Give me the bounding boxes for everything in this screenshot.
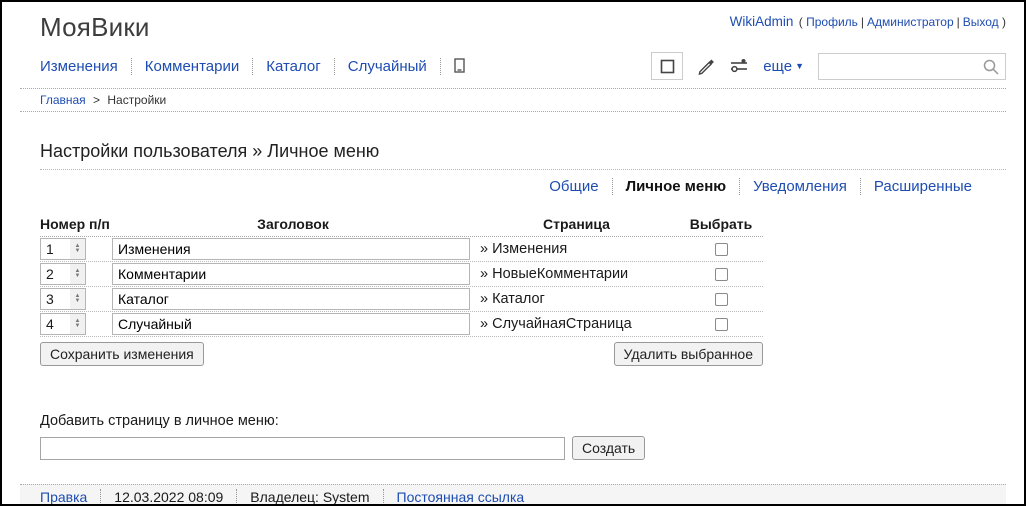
row-number-input[interactable]: 1 ▲ ▼ [40, 238, 86, 260]
more-menu-button[interactable]: еще ▼ [763, 58, 804, 75]
row-title-input[interactable] [112, 288, 470, 310]
spinner-icon[interactable]: ▲ ▼ [70, 239, 85, 259]
tab-general[interactable]: Общие [536, 178, 613, 195]
site-title: МояВики [40, 12, 150, 42]
delete-selected-button[interactable]: Удалить выбранное [613, 342, 763, 366]
admin-link[interactable]: Администратор [867, 15, 954, 29]
page-footer: Правка 12.03.2022 08:09 Владелец: System… [20, 484, 1006, 504]
header: МояВики WikiAdmin ( Профиль | Администрато… [20, 2, 1006, 43]
toolbar: еще ▼ [651, 52, 1006, 80]
bookmark-icon[interactable] [441, 58, 478, 74]
spinner-icon[interactable]: ▲ ▼ [70, 264, 85, 284]
square-icon [660, 59, 675, 74]
col-header-title: Заголовок [257, 216, 329, 232]
row-page-link: » СлучайнаяСтраница [480, 316, 632, 332]
tab-personal-menu[interactable]: Личное меню [613, 178, 741, 195]
owner-label: Владелец: System [237, 489, 384, 504]
profile-link[interactable]: Профиль [806, 15, 858, 29]
table-row: 1▲▼ » Изменения [40, 237, 763, 262]
user-link[interactable]: WikiAdmin [730, 14, 794, 29]
row-page-link: » Изменения [480, 241, 568, 257]
nav-toolbar-row: Изменения Комментарии Каталог Случайный [20, 52, 1006, 80]
search-area [818, 52, 1006, 80]
table-row: 2▲▼ » НовыеКомментарии [40, 262, 763, 287]
row-number-input[interactable]: 3 ▲ ▼ [40, 288, 86, 310]
nav-item-changes[interactable]: Изменения [40, 57, 132, 75]
table-header-row: Номер п/п Заголовок Страница Выбрать [40, 216, 763, 237]
search-input[interactable] [818, 52, 1006, 80]
tab-notifications[interactable]: Уведомления [740, 178, 861, 195]
row-title-input[interactable] [112, 238, 470, 260]
row-page-link: » НовыеКомментарии [480, 266, 629, 282]
save-changes-button[interactable]: Сохранить изменения [40, 342, 204, 366]
paren-open: ( [798, 15, 803, 29]
table-row: 3▲▼ » Каталог [40, 287, 763, 312]
main-nav: Изменения Комментарии Каталог Случайный [40, 57, 478, 75]
nav-item-random[interactable]: Случайный [335, 57, 441, 75]
account-links: WikiAdmin ( Профиль | Администратор | Выход … [729, 14, 1006, 29]
add-page-label: Добавить страницу в личное меню: [40, 413, 279, 429]
nav-item-catalog[interactable]: Каталог [253, 57, 335, 75]
edit-pencil-icon[interactable] [697, 58, 715, 75]
paren-close: ) [1002, 15, 1006, 29]
col-header-number: Номер п/п [40, 216, 110, 232]
permalink-link[interactable]: Постоянная ссылка [384, 489, 538, 504]
breadcrumb-home-link[interactable]: Главная [40, 93, 86, 107]
logout-link[interactable]: Выход [963, 15, 999, 29]
main-content: Настройки пользователя » Личное меню Общ… [20, 141, 1006, 460]
spinner-icon[interactable]: ▲ ▼ [70, 314, 85, 334]
tab-advanced[interactable]: Расширенные [861, 178, 972, 195]
row-select-checkbox[interactable] [714, 267, 728, 281]
add-page-input[interactable] [40, 436, 565, 460]
row-page-link: » Каталог [480, 291, 545, 307]
nav-item-comments[interactable]: Комментарии [132, 57, 254, 75]
add-page-section: Добавить страницу в личное меню: Создать [40, 413, 1006, 460]
tune-icon[interactable] [729, 58, 749, 74]
chevron-down-icon: ▼ [795, 61, 804, 71]
create-button[interactable]: Создать [572, 436, 646, 460]
row-title-input[interactable] [112, 313, 470, 335]
table-buttons-row: Сохранить изменения Удалить выбранное [40, 342, 763, 366]
row-number-input[interactable]: 4 ▲ ▼ [40, 313, 86, 335]
row-select-checkbox[interactable] [714, 292, 728, 306]
personal-menu-table: Номер п/п Заголовок Страница Выбрать 1 ▲ ▼… [40, 216, 763, 366]
breadcrumb: Главная > Настройки [20, 88, 1006, 112]
spinner-icon[interactable]: ▲ ▼ [70, 289, 85, 309]
edit-link[interactable]: Правка [40, 489, 102, 504]
settings-tabs: Общие Личное меню Уведомления Расширенны… [40, 178, 972, 195]
search-icon[interactable] [983, 59, 999, 75]
row-title-input[interactable] [112, 263, 470, 285]
page-title: Настройки пользователя » Личное меню [40, 141, 1006, 170]
row-number-input[interactable]: 2 ▲ ▼ [40, 263, 86, 285]
table-row: 4▲▼ » СлучайнаяСтраница [40, 312, 763, 337]
row-select-checkbox[interactable] [714, 317, 728, 331]
view-page-button[interactable] [651, 52, 684, 80]
col-header-page: Страница [543, 216, 610, 232]
timestamp: 12.03.2022 08:09 [101, 489, 238, 504]
col-header-select: Выбрать [689, 216, 753, 232]
page: МояВики WikiAdmin ( Профиль | Администрато… [0, 0, 1026, 506]
row-select-checkbox[interactable] [714, 242, 728, 256]
breadcrumb-current: Настройки [107, 93, 167, 107]
